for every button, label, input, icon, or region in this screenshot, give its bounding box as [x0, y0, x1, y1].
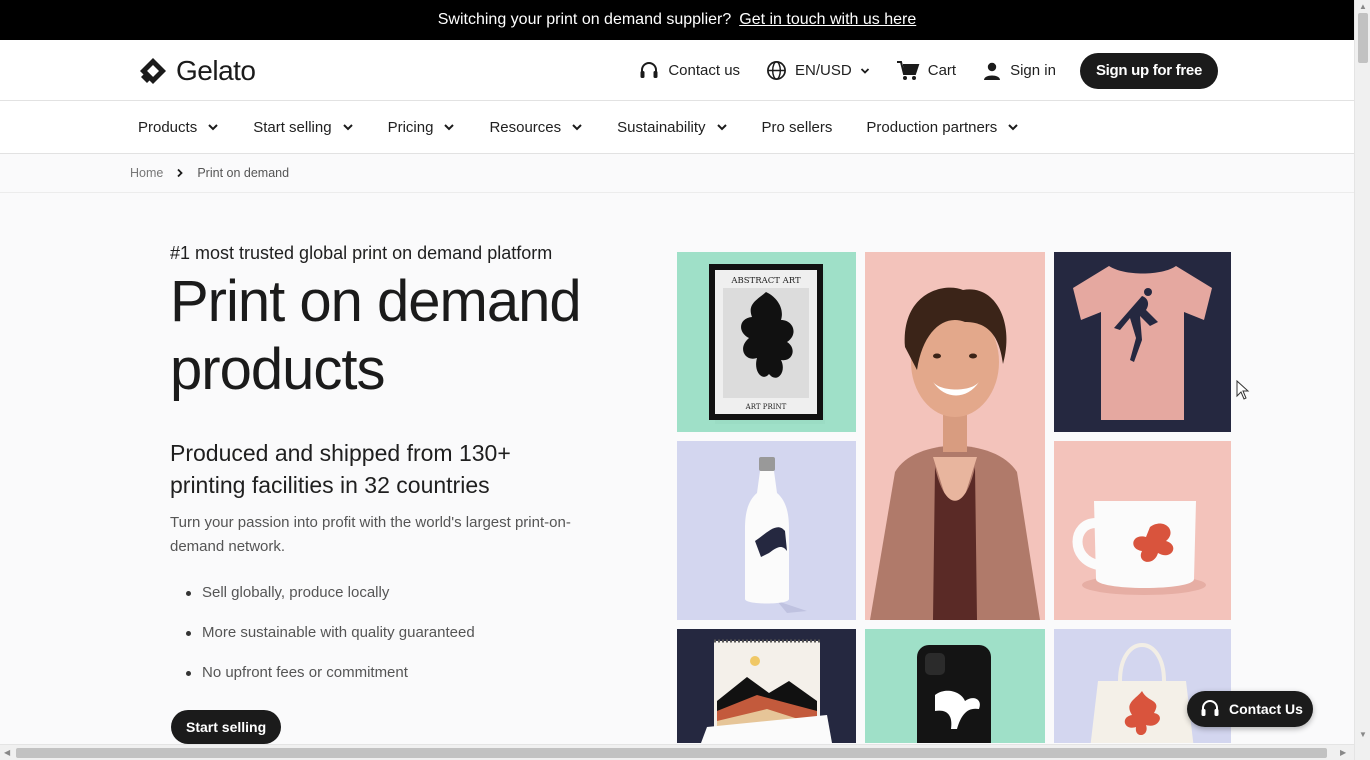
nav-item-products[interactable]: Products	[138, 119, 219, 136]
chevron-down-icon	[572, 124, 582, 131]
cart-icon	[896, 60, 920, 80]
nav-item-label: Pro sellers	[761, 118, 833, 136]
hero-subhead-line2: printing facilities in 32 countries	[170, 472, 490, 498]
top-banner: Switching your print on demand supplier?…	[0, 0, 1354, 40]
nav-item-resources[interactable]: Resources	[489, 119, 583, 136]
chevron-down-icon	[860, 67, 869, 74]
hero-subhead: Produced and shipped from 130+ printing …	[170, 437, 650, 501]
list-item: More sustainable with quality guaranteed	[170, 613, 650, 653]
sign-in-label: Sign in	[1010, 62, 1056, 79]
banner-text: Switching your print on demand supplier?	[437, 11, 732, 28]
nav-item-start-selling[interactable]: Start selling	[253, 119, 353, 136]
mug-tile	[1054, 441, 1231, 620]
scroll-left-arrow-icon[interactable]: ◀	[4, 748, 10, 757]
scroll-up-arrow-icon[interactable]: ▲	[1359, 2, 1367, 11]
nav-item-sustainability[interactable]: Sustainability	[617, 119, 727, 136]
scroll-right-arrow-icon[interactable]: ▶	[1340, 748, 1346, 757]
scroll-down-arrow-icon[interactable]: ▼	[1359, 730, 1367, 739]
contact-us-label: Contact us	[668, 62, 741, 79]
nav-item-label: Pricing	[387, 118, 434, 136]
breadcrumb-home[interactable]: Home	[130, 166, 163, 180]
calendar-tile	[677, 629, 856, 743]
breadcrumb-current: Print on demand	[197, 166, 290, 180]
cart-link[interactable]: Cart	[896, 60, 956, 82]
nav-item-label: Resources	[489, 118, 562, 136]
smiling-man-photo	[870, 287, 1040, 620]
main-nav: Products Start selling Pricing Resources…	[0, 101, 1354, 154]
site-header: Gelato Contact us EN/USD Cart Sign in Si…	[0, 40, 1354, 101]
chevron-right-icon	[177, 168, 184, 178]
vertical-scrollbar[interactable]: ▲ ▼	[1354, 0, 1370, 760]
chevron-down-icon	[1008, 124, 1019, 131]
pink-tshirt-image	[1073, 266, 1212, 420]
page-title: Print on demand products	[170, 268, 650, 404]
chevron-down-icon	[342, 124, 353, 131]
hero-lead: Turn your passion into profit with the w…	[170, 514, 571, 555]
tshirt-tile	[1054, 252, 1231, 432]
poster-tile: ABSTRACT ART ART PRINT	[677, 252, 856, 432]
chevron-down-icon	[208, 124, 218, 131]
locale-selector[interactable]: EN/USD	[766, 60, 870, 81]
horizontal-scrollbar[interactable]: ◀ ▶	[0, 744, 1354, 760]
banner-link[interactable]: Get in touch with us here	[739, 11, 916, 29]
hero-subhead-line1: Produced and shipped from 130+	[170, 440, 511, 466]
page-title-line2: products	[170, 337, 385, 402]
cart-label: Cart	[927, 62, 957, 79]
locale-label: EN/USD	[795, 62, 852, 79]
list-item: Sell globally, produce locally	[170, 573, 650, 613]
hero-bullets: Sell globally, produce locally More sust…	[170, 573, 650, 693]
nav-item-label: Products	[138, 118, 198, 136]
vertical-scroll-thumb[interactable]	[1358, 13, 1368, 63]
chevron-down-icon	[716, 124, 727, 131]
hero-eyebrow: #1 most trusted global print on demand p…	[170, 243, 553, 263]
poster-top-text: ABSTRACT ART	[730, 276, 801, 286]
logo[interactable]: Gelato	[138, 55, 256, 87]
sign-in-link[interactable]: Sign in	[982, 61, 1056, 81]
start-selling-button[interactable]: Start selling	[171, 710, 282, 744]
nav-item-pricing[interactable]: Pricing	[388, 119, 456, 136]
mug-image	[1072, 501, 1206, 595]
list-item: No upfront fees or commitment	[170, 653, 650, 693]
breadcrumb: Home Print on demand	[0, 154, 1354, 193]
bottle-tile	[677, 441, 856, 620]
user-icon	[984, 62, 1001, 80]
sign-up-button[interactable]: Sign up for free	[1079, 52, 1218, 89]
phone-case-tile	[865, 629, 1045, 743]
logo-text: Gelato	[176, 55, 256, 86]
framed-poster-image: ABSTRACT ART ART PRINT	[709, 264, 825, 424]
headset-icon	[640, 61, 658, 78]
globe-icon	[767, 61, 786, 80]
phone-case-image	[917, 645, 991, 743]
water-bottle-image	[745, 457, 807, 613]
nav-item-pro-sellers[interactable]: Pro sellers	[762, 119, 833, 136]
nav-item-label: Start selling	[253, 118, 332, 136]
mouse-cursor-icon	[1236, 380, 1250, 400]
nav-item-label: Production partners	[866, 118, 998, 136]
chevron-down-icon	[444, 124, 455, 131]
hero-section: #1 most trusted global print on demand p…	[170, 243, 650, 693]
page-title-line1: Print on demand	[170, 269, 582, 334]
header-actions: Contact us EN/USD Cart Sign in Sign up f…	[612, 52, 1218, 89]
horizontal-scroll-thumb[interactable]	[16, 748, 1327, 758]
calendar-image	[701, 639, 832, 743]
model-tile	[865, 252, 1045, 620]
contact-us-link[interactable]: Contact us	[638, 60, 740, 82]
nav-item-label: Sustainability	[617, 118, 706, 136]
floating-contact-button[interactable]: Contact Us	[1187, 691, 1313, 727]
nav-item-production-partners[interactable]: Production partners	[866, 119, 1019, 136]
poster-bottom-text: ART PRINT	[745, 403, 787, 411]
floating-contact-label: Contact Us	[1229, 701, 1303, 717]
headset-icon	[1201, 700, 1219, 716]
gelato-logo-icon	[140, 58, 166, 84]
